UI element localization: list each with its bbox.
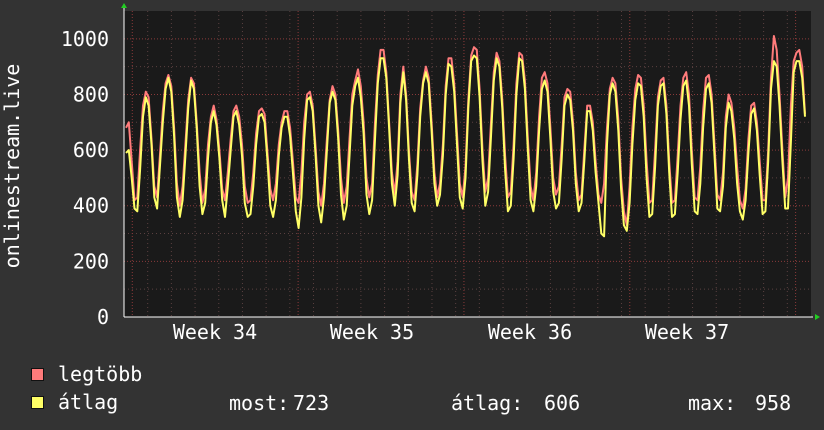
plot-area — [124, 11, 811, 317]
y-axis-label: onlinestream.live — [0, 64, 24, 269]
x-tick-label: Week 34 — [173, 320, 257, 344]
y-tick-label: 600 — [73, 138, 109, 162]
x-tick-label: Week 36 — [488, 320, 572, 344]
y-axis-arrow — [121, 3, 127, 8]
x-tick-label: Week 37 — [645, 320, 729, 344]
y-tick-label: 400 — [73, 194, 109, 218]
y-tick-label: 1000 — [61, 27, 109, 51]
x-axis-arrow — [815, 314, 820, 320]
y-tick-label: 800 — [73, 82, 109, 106]
chart: 02004006008001000 Week 34 Week 35 Week 36 W… — [0, 3, 820, 344]
y-tick-labels: 0 200 400 600 800 1000 — [61, 27, 109, 329]
y-tick-label: 200 — [73, 249, 109, 273]
x-tick-labels: Week 34 Week 35 Week 36 Week 37 — [173, 320, 729, 344]
x-tick-label: Week 35 — [330, 320, 414, 344]
y-tick-label: 0 — [97, 305, 109, 329]
